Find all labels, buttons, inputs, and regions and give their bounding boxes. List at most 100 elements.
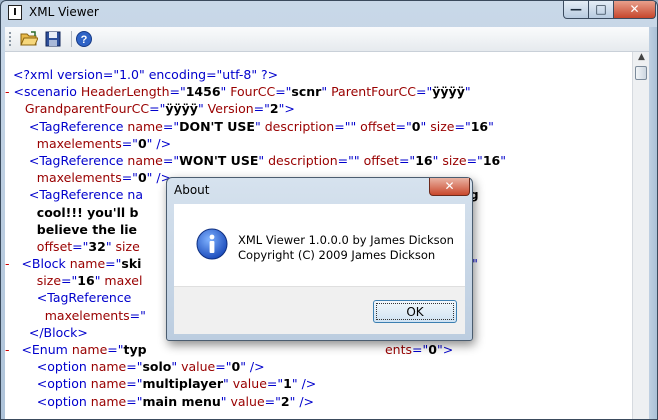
xml-token: size bbox=[430, 118, 455, 134]
open-folder-icon[interactable] bbox=[20, 30, 38, 48]
xml-token: 0 bbox=[137, 170, 147, 186]
dialog-close-button[interactable]: ✕ bbox=[429, 178, 470, 196]
xml-token: offset bbox=[360, 118, 396, 134]
xml-token: solo bbox=[142, 359, 172, 375]
xml-token: maxel bbox=[104, 273, 143, 289]
xml-token bbox=[5, 67, 13, 82]
xml-token: " bbox=[500, 152, 506, 168]
xml-token: " bbox=[254, 118, 265, 134]
toolbar: ? bbox=[5, 27, 653, 52]
app-icon[interactable]: I bbox=[8, 5, 22, 20]
xml-token bbox=[5, 170, 37, 185]
xml-token: <TagReference bbox=[28, 152, 128, 168]
svg-text:?: ? bbox=[81, 34, 88, 46]
xml-token: " bbox=[197, 101, 208, 117]
xml-token: =" bbox=[126, 393, 143, 409]
xml-token bbox=[147, 342, 385, 357]
xml-token: <TagReference bbox=[28, 118, 128, 134]
xml-token bbox=[5, 119, 29, 134]
xml-token bbox=[5, 394, 37, 409]
xml-line: maxelements="0" /> bbox=[5, 135, 506, 152]
scroll-up-arrow-icon[interactable]: ▲ bbox=[633, 52, 650, 66]
xml-token: maxelements bbox=[44, 307, 130, 323]
xml-token: " bbox=[220, 84, 231, 100]
xml-token: <option bbox=[36, 376, 91, 392]
xml-token: =" bbox=[129, 307, 146, 323]
xml-token: =" bbox=[162, 118, 180, 134]
xml-token: name bbox=[90, 393, 127, 409]
save-icon[interactable] bbox=[44, 30, 62, 48]
xml-token: =" bbox=[398, 152, 416, 168]
xml-token: " bbox=[258, 152, 269, 168]
ok-button[interactable]: OK bbox=[373, 300, 457, 323]
xml-token: " bbox=[432, 152, 443, 168]
xml-token: multiplayer bbox=[142, 376, 224, 392]
xml-token: "> bbox=[436, 342, 454, 357]
xml-token: " /> bbox=[146, 135, 172, 151]
xml-token: =" bbox=[121, 170, 138, 186]
xml-token: " bbox=[321, 84, 332, 100]
help-icon[interactable]: ? bbox=[75, 30, 93, 48]
xml-token: 32 bbox=[88, 238, 106, 254]
xml-token: " bbox=[223, 376, 233, 392]
xml-token: =" bbox=[121, 135, 138, 151]
maximize-button[interactable]: □ bbox=[588, 1, 614, 19]
xml-token bbox=[5, 325, 29, 340]
scroll-thumb[interactable] bbox=[635, 66, 647, 80]
xml-token: =" bbox=[264, 393, 281, 409]
xml-token: =" bbox=[466, 152, 483, 168]
xml-token bbox=[5, 136, 37, 151]
window-frame-right bbox=[649, 27, 657, 419]
xml-token: ski bbox=[121, 256, 142, 272]
xml-token: " /> bbox=[291, 376, 317, 392]
xml-token: name bbox=[90, 376, 127, 392]
xml-token: 0 bbox=[428, 342, 437, 357]
xml-token: name bbox=[90, 359, 127, 375]
xml-token: offset bbox=[36, 238, 73, 254]
xml-token: Version bbox=[207, 101, 254, 117]
xml-token: GrandparentFourCC bbox=[24, 101, 150, 117]
xml-token: name bbox=[71, 342, 108, 357]
title-bar[interactable]: I XML Viewer — □ ✕ bbox=[1, 1, 657, 25]
xml-line: <TagReference name="DON'T USE" descripti… bbox=[5, 118, 506, 135]
xml-token: =" bbox=[149, 101, 166, 117]
xml-token bbox=[5, 205, 37, 220]
xml-token: <scenario bbox=[13, 84, 81, 100]
toolbar-grip-icon[interactable] bbox=[9, 32, 14, 46]
about-dialog: About ✕ XML Viewer 1.0.0.0 by James Dick… bbox=[166, 177, 473, 341]
xml-token: <Enum bbox=[21, 342, 72, 357]
xml-line: <TagReference name="WON'T USE" descripti… bbox=[5, 152, 506, 169]
xml-token: =" bbox=[215, 359, 232, 375]
dialog-title: About bbox=[174, 183, 210, 197]
xml-token: description bbox=[264, 118, 335, 134]
minimize-button[interactable]: — bbox=[563, 1, 589, 19]
xml-token: =" bbox=[412, 342, 429, 357]
xml-token bbox=[5, 153, 29, 168]
about-line-copyright: Copyright (C) 2009 James Dickson bbox=[238, 248, 436, 262]
dialog-message: XML Viewer 1.0.0.0 by James Dickson Copy… bbox=[238, 233, 454, 263]
xml-token: <TagReference na bbox=[28, 187, 143, 203]
xml-token: offset bbox=[363, 152, 399, 168]
xml-line: - <scenario HeaderLength="1456" FourCC="… bbox=[5, 83, 506, 100]
xml-token: <option bbox=[36, 393, 91, 409]
dialog-footer: OK bbox=[174, 286, 465, 334]
close-button[interactable]: ✕ bbox=[613, 1, 656, 19]
xml-token: <option bbox=[36, 359, 91, 375]
xml-token: =" bbox=[275, 84, 292, 100]
xml-line: <option name="solo" value="0" /> bbox=[5, 358, 506, 375]
xml-token: " bbox=[488, 118, 494, 134]
xml-token: =" bbox=[395, 118, 412, 134]
xml-token: value bbox=[181, 359, 216, 375]
xml-token: " bbox=[105, 238, 116, 254]
xml-token: <?xml version="1.0" encoding="utf-8" ?> bbox=[12, 67, 279, 82]
xml-token: 16 bbox=[482, 152, 501, 168]
xml-token: =" bbox=[266, 376, 284, 392]
xml-token: " /> bbox=[289, 393, 315, 409]
xml-token bbox=[5, 273, 37, 288]
xml-token: size bbox=[115, 238, 140, 254]
xml-token: " bbox=[464, 84, 471, 100]
xml-token: " /> bbox=[240, 359, 265, 375]
xml-token: <TagReference bbox=[36, 290, 132, 306]
vertical-scrollbar[interactable]: ▲ bbox=[632, 52, 650, 419]
xml-token: DON'T USE bbox=[179, 118, 255, 134]
